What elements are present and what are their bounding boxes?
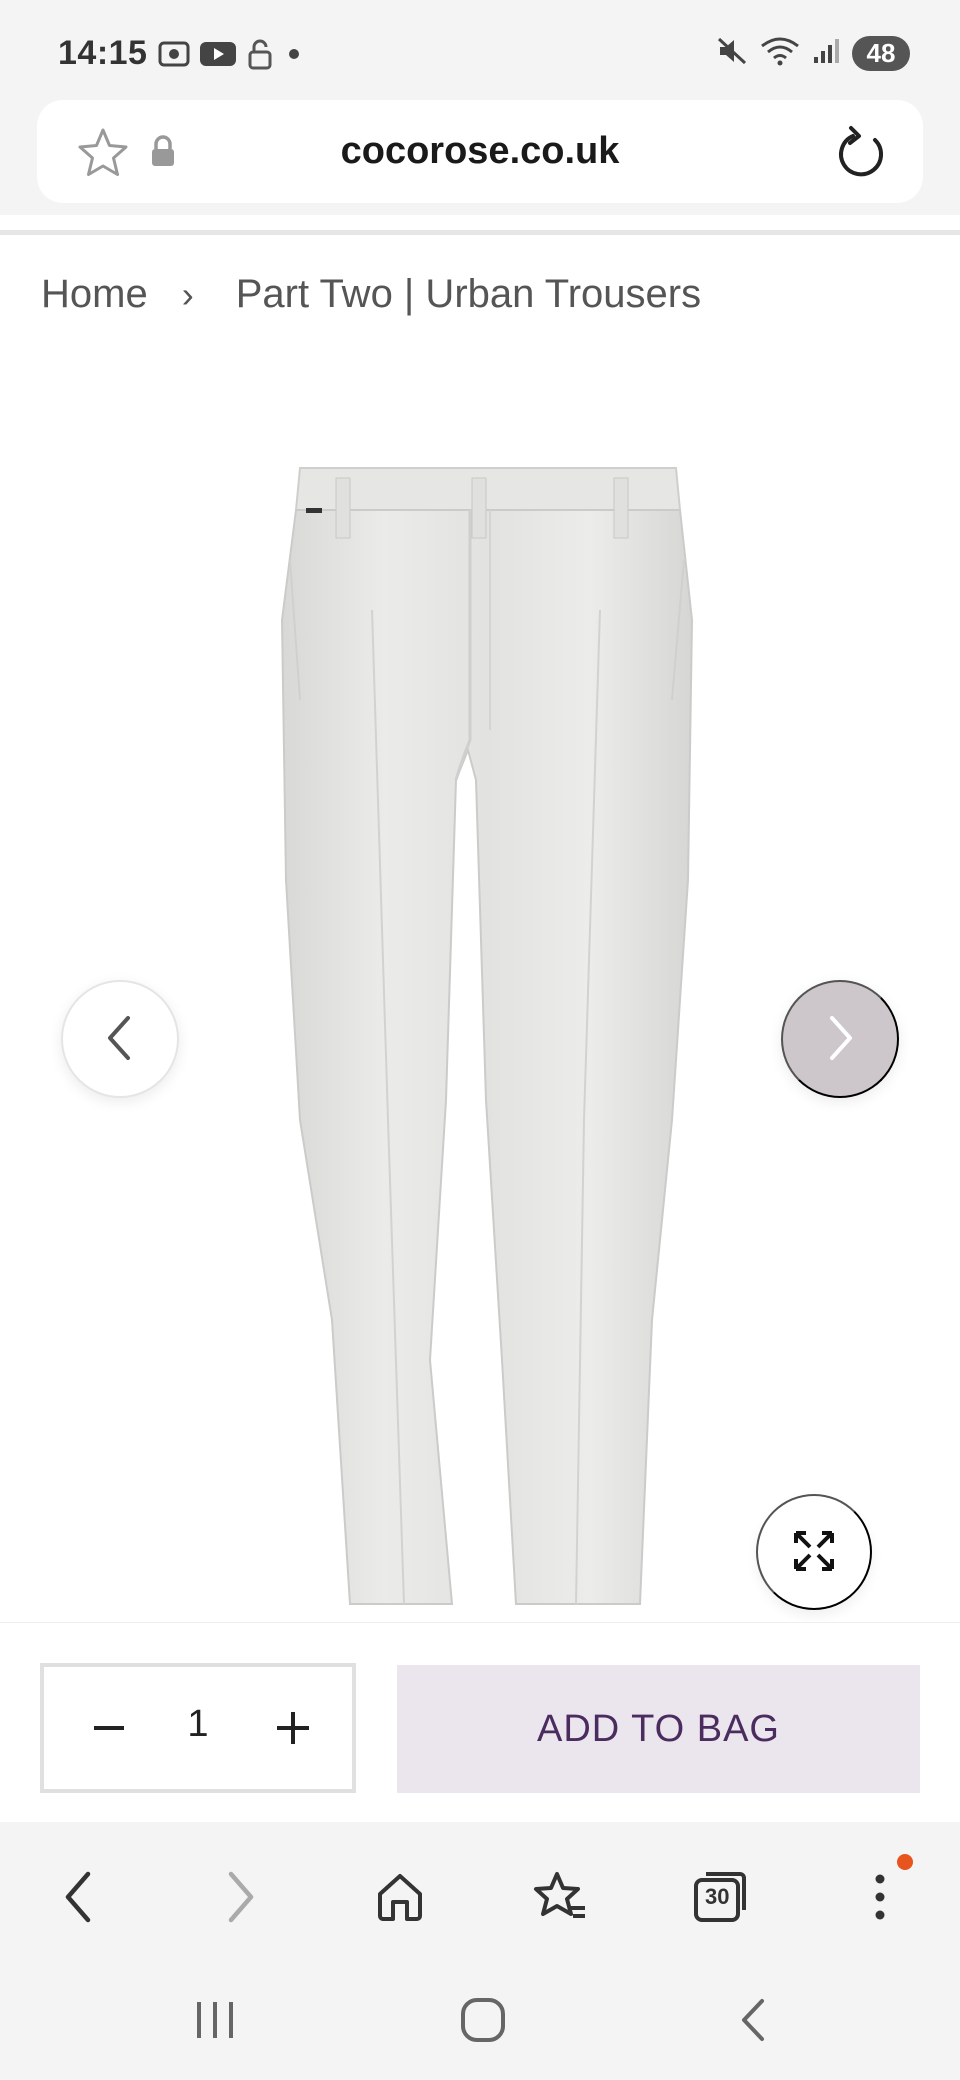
status-icons-left xyxy=(158,38,304,75)
breadcrumb: Home › Part Two | Urban Trousers xyxy=(41,272,701,317)
home-icon[interactable] xyxy=(365,1862,435,1932)
browser-toolbar: 30 xyxy=(0,1822,960,1962)
chevron-right-icon xyxy=(822,1012,858,1067)
expand-image-button[interactable] xyxy=(756,1494,872,1610)
back-icon[interactable] xyxy=(43,1862,113,1932)
product-gallery xyxy=(0,360,960,1622)
mute-icon xyxy=(716,36,748,71)
breadcrumb-separator: › xyxy=(181,273,194,315)
menu-icon[interactable] xyxy=(845,1854,915,1932)
recents-icon[interactable] xyxy=(180,1990,250,2050)
unlock-icon xyxy=(246,38,274,75)
reload-icon[interactable] xyxy=(835,124,887,185)
breadcrumb-current: Part Two | Urban Trousers xyxy=(235,272,702,316)
add-to-bag-bar: 1 ADD TO BAG xyxy=(0,1622,960,1822)
wifi-icon xyxy=(760,36,800,71)
prev-image-button[interactable] xyxy=(61,980,179,1098)
battery-icon: 48 xyxy=(852,36,910,71)
quantity-increase-button[interactable] xyxy=(268,1703,318,1753)
expand-icon xyxy=(792,1529,836,1576)
status-icons-right: 48 xyxy=(716,36,910,71)
url-text: cocorose.co.uk xyxy=(340,130,620,172)
breadcrumb-home[interactable]: Home xyxy=(41,272,148,317)
url-bar-container: cocorose.co.uk xyxy=(0,100,960,215)
notification-dot xyxy=(897,1854,913,1870)
header-divider xyxy=(0,230,960,235)
quantity-stepper: 1 xyxy=(40,1663,356,1793)
forward-icon[interactable] xyxy=(206,1862,276,1932)
next-image-button[interactable] xyxy=(781,980,899,1098)
home-circle-icon[interactable] xyxy=(448,1990,518,2050)
status-time: 14:15 xyxy=(58,34,148,72)
dot-icon xyxy=(284,44,304,69)
youtube-icon xyxy=(200,40,236,73)
system-navigation-bar xyxy=(0,1962,960,2080)
url-bar[interactable]: cocorose.co.uk xyxy=(37,100,923,203)
tabs-count: 30 xyxy=(705,1884,730,1909)
system-back-icon[interactable] xyxy=(718,1990,788,2050)
bookmarks-icon[interactable] xyxy=(525,1862,595,1932)
screenshot-icon xyxy=(158,39,190,74)
tabs-icon[interactable]: 30 xyxy=(685,1862,755,1932)
chevron-left-icon xyxy=(102,1012,138,1067)
add-to-bag-button[interactable]: ADD TO BAG xyxy=(397,1665,920,1793)
status-bar: 14:15 48 xyxy=(0,0,960,100)
signal-icon xyxy=(812,37,840,70)
